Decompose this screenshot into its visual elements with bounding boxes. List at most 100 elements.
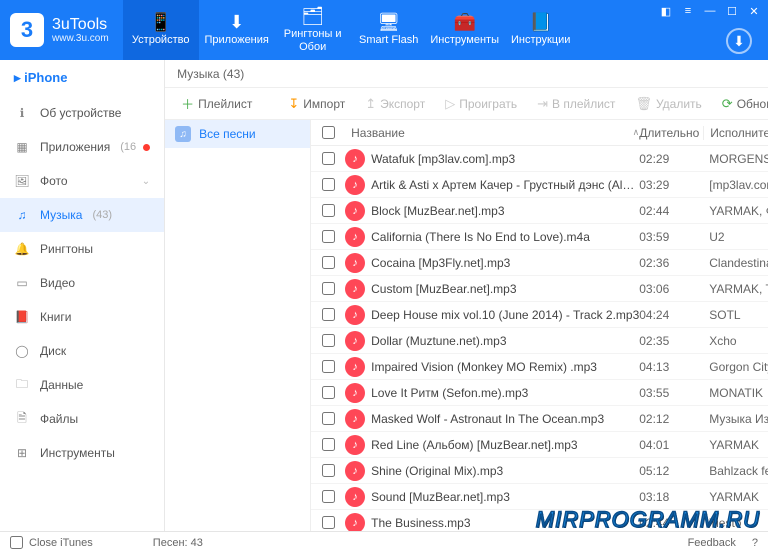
sidebar-item-4[interactable]: 🔔Рингтоны bbox=[0, 232, 164, 266]
table-row[interactable]: ♪Impaired Vision (Monkey MO Remix) .mp3 … bbox=[311, 354, 768, 380]
maximize-button[interactable]: ☐ bbox=[724, 4, 740, 18]
track-artist: MONATIK bbox=[703, 386, 768, 400]
top-tab-label: Smart Flash bbox=[359, 34, 418, 46]
sidebar-item-1[interactable]: ▦Приложения(16 bbox=[0, 130, 164, 164]
table-row[interactable]: ♪Dollar (Muztune.net).mp3 02:35 Xcho 5.9… bbox=[311, 328, 768, 354]
column-artist[interactable]: Исполнитель bbox=[703, 126, 768, 140]
import-button[interactable]: ↧Импорт bbox=[280, 92, 353, 116]
table-row[interactable]: ♪Block [MuzBear.net].mp3 02:44 YARMAK, Ф… bbox=[311, 198, 768, 224]
table-row[interactable]: ♪Sound [MuzBear.net].mp3 03:18 YARMAK 7.… bbox=[311, 484, 768, 510]
table-row[interactable]: ♪Deep House mix vol.10 (June 2014) - Tra… bbox=[311, 302, 768, 328]
table-row[interactable]: ♪The Business.mp3 02:44 Tiesto 6.31 MB bbox=[311, 510, 768, 531]
select-all-checkbox[interactable] bbox=[322, 126, 335, 139]
sidebar-item-10[interactable]: ⊞Инструменты bbox=[0, 436, 164, 470]
track-duration: 03:55 bbox=[639, 386, 703, 400]
table-row[interactable]: ♪Watafuk [mp3lav.com].mp3 02:29 MORGENSH… bbox=[311, 146, 768, 172]
feedback-link[interactable]: Feedback bbox=[688, 537, 736, 549]
track-name: California (There Is No End to Love).m4a bbox=[371, 230, 590, 244]
row-checkbox[interactable] bbox=[322, 152, 335, 165]
playlist-all-songs[interactable]: ♫ Все песни bbox=[165, 120, 310, 148]
top-tab-icon: ⬇ bbox=[229, 13, 244, 31]
top-tab-3[interactable]: 🖥Smart Flash bbox=[351, 0, 427, 60]
table-row[interactable]: ♪Red Line (Альбом) [MuzBear.net].mp3 04:… bbox=[311, 432, 768, 458]
table-row[interactable]: ♪Masked Wolf - Astronaut In The Ocean.mp… bbox=[311, 406, 768, 432]
column-duration[interactable]: Длительно bbox=[639, 126, 703, 140]
sidebar-item-5[interactable]: ▭Видео bbox=[0, 266, 164, 300]
export-button[interactable]: ↥Экспорт bbox=[357, 92, 433, 116]
top-tab-icon: 🗂 bbox=[301, 7, 324, 25]
refresh-button[interactable]: ⟳Обновить bbox=[714, 92, 768, 116]
music-file-icon: ♪ bbox=[345, 383, 365, 403]
track-artist: Bahlzack feat. … bbox=[703, 464, 768, 478]
track-name: Sound [MuzBear.net].mp3 bbox=[371, 490, 510, 504]
close-itunes-input[interactable] bbox=[10, 536, 23, 549]
row-checkbox[interactable] bbox=[322, 360, 335, 373]
breadcrumb: Музыка (43) bbox=[165, 60, 768, 88]
close-button[interactable]: ✕ bbox=[746, 4, 762, 18]
row-checkbox[interactable] bbox=[322, 334, 335, 347]
track-duration: 03:18 bbox=[639, 490, 703, 504]
table-row[interactable]: ♪Shine (Original Mix).mp3 05:12 Bahlzack… bbox=[311, 458, 768, 484]
row-checkbox[interactable] bbox=[322, 256, 335, 269]
top-tab-4[interactable]: 🧰Инструменты bbox=[427, 0, 503, 60]
window-shield-icon[interactable]: ◧ bbox=[658, 4, 674, 18]
sidebar-item-label: Об устройстве bbox=[40, 106, 121, 120]
content-area: ♫ Все песни Название∧ Длительно Исполнит… bbox=[165, 120, 768, 531]
row-checkbox[interactable] bbox=[322, 490, 335, 503]
sidebar-item-6[interactable]: 📕Книги bbox=[0, 300, 164, 334]
row-checkbox[interactable] bbox=[322, 438, 335, 451]
row-checkbox[interactable] bbox=[322, 412, 335, 425]
table-row[interactable]: ♪Artik & Asti x Артем Качер - Грустный д… bbox=[311, 172, 768, 198]
import-icon: ↧ bbox=[288, 96, 299, 112]
column-name[interactable]: Название∧ bbox=[345, 126, 639, 140]
top-tab-0[interactable]: 📱Устройство bbox=[123, 0, 199, 60]
sidebar-item-7[interactable]: ◯Диск bbox=[0, 334, 164, 368]
track-table: Название∧ Длительно Исполнитель Размер ♪… bbox=[311, 120, 768, 531]
track-duration: 02:44 bbox=[639, 204, 703, 218]
row-checkbox[interactable] bbox=[322, 386, 335, 399]
row-checkbox[interactable] bbox=[322, 282, 335, 295]
row-checkbox[interactable] bbox=[322, 204, 335, 217]
row-checkbox[interactable] bbox=[322, 516, 335, 529]
sidebar-device-header[interactable]: ▸ iPhone bbox=[0, 60, 164, 96]
row-checkbox[interactable] bbox=[322, 230, 335, 243]
table-row[interactable]: ♪Cocaina [Mp3Fly.net].mp3 02:36 Clandest… bbox=[311, 250, 768, 276]
music-file-icon: ♪ bbox=[345, 513, 365, 532]
play-button[interactable]: ▷Проиграть bbox=[437, 92, 525, 116]
table-row[interactable]: ♪California (There Is No End to Love).m4… bbox=[311, 224, 768, 250]
table-row[interactable]: ♪Custom [MuzBear.net].mp3 03:06 YARMAK, … bbox=[311, 276, 768, 302]
track-duration: 03:29 bbox=[639, 178, 703, 192]
track-duration: 04:01 bbox=[639, 438, 703, 452]
top-tab-icon: 📘 bbox=[529, 13, 551, 31]
sidebar-item-8[interactable]: 🗀Данные bbox=[0, 368, 164, 402]
window-lines-icon[interactable]: ≡ bbox=[680, 4, 696, 18]
top-tab-2[interactable]: 🗂Рингтоны и Обои bbox=[275, 0, 351, 60]
sidebar-item-0[interactable]: ℹ Об устройстве bbox=[0, 96, 164, 130]
table-row[interactable]: ♪Love It Ритм (Sefon.me).mp3 03:55 MONAT… bbox=[311, 380, 768, 406]
sort-asc-icon: ∧ bbox=[633, 127, 640, 138]
top-tab-5[interactable]: 📘Инструкции bbox=[503, 0, 579, 60]
music-file-icon: ♪ bbox=[345, 357, 365, 377]
row-checkbox[interactable] bbox=[322, 464, 335, 477]
help-icon[interactable]: ? bbox=[752, 537, 758, 549]
track-artist: MORGENSHTE… bbox=[703, 152, 768, 166]
top-tab-1[interactable]: ⬇Приложения bbox=[199, 0, 275, 60]
track-duration: 02:35 bbox=[639, 334, 703, 348]
sidebar-item-9[interactable]: 🗎Файлы bbox=[0, 402, 164, 436]
sidebar-icon: ℹ bbox=[14, 106, 30, 120]
plus-icon: ＋ bbox=[181, 94, 194, 113]
track-duration: 03:06 bbox=[639, 282, 703, 296]
minimize-button[interactable]: — bbox=[702, 4, 718, 18]
playlist-button[interactable]: ＋Плейлист bbox=[173, 92, 260, 116]
download-button[interactable]: ⬇ bbox=[726, 28, 752, 54]
sidebar-icon: 🖼 bbox=[14, 174, 30, 188]
close-itunes-checkbox[interactable]: Close iTunes bbox=[10, 536, 93, 549]
delete-button[interactable]: 🗑Удалить bbox=[627, 92, 709, 116]
to-playlist-button[interactable]: ⇥В плейлист bbox=[529, 92, 623, 116]
row-checkbox[interactable] bbox=[322, 178, 335, 191]
row-checkbox[interactable] bbox=[322, 308, 335, 321]
playlist-column: ♫ Все песни bbox=[165, 120, 311, 531]
sidebar-item-3[interactable]: ♫Музыка(43) bbox=[0, 198, 164, 232]
sidebar-item-2[interactable]: 🖼Фото⌄ bbox=[0, 164, 164, 198]
to-playlist-icon: ⇥ bbox=[537, 96, 548, 112]
